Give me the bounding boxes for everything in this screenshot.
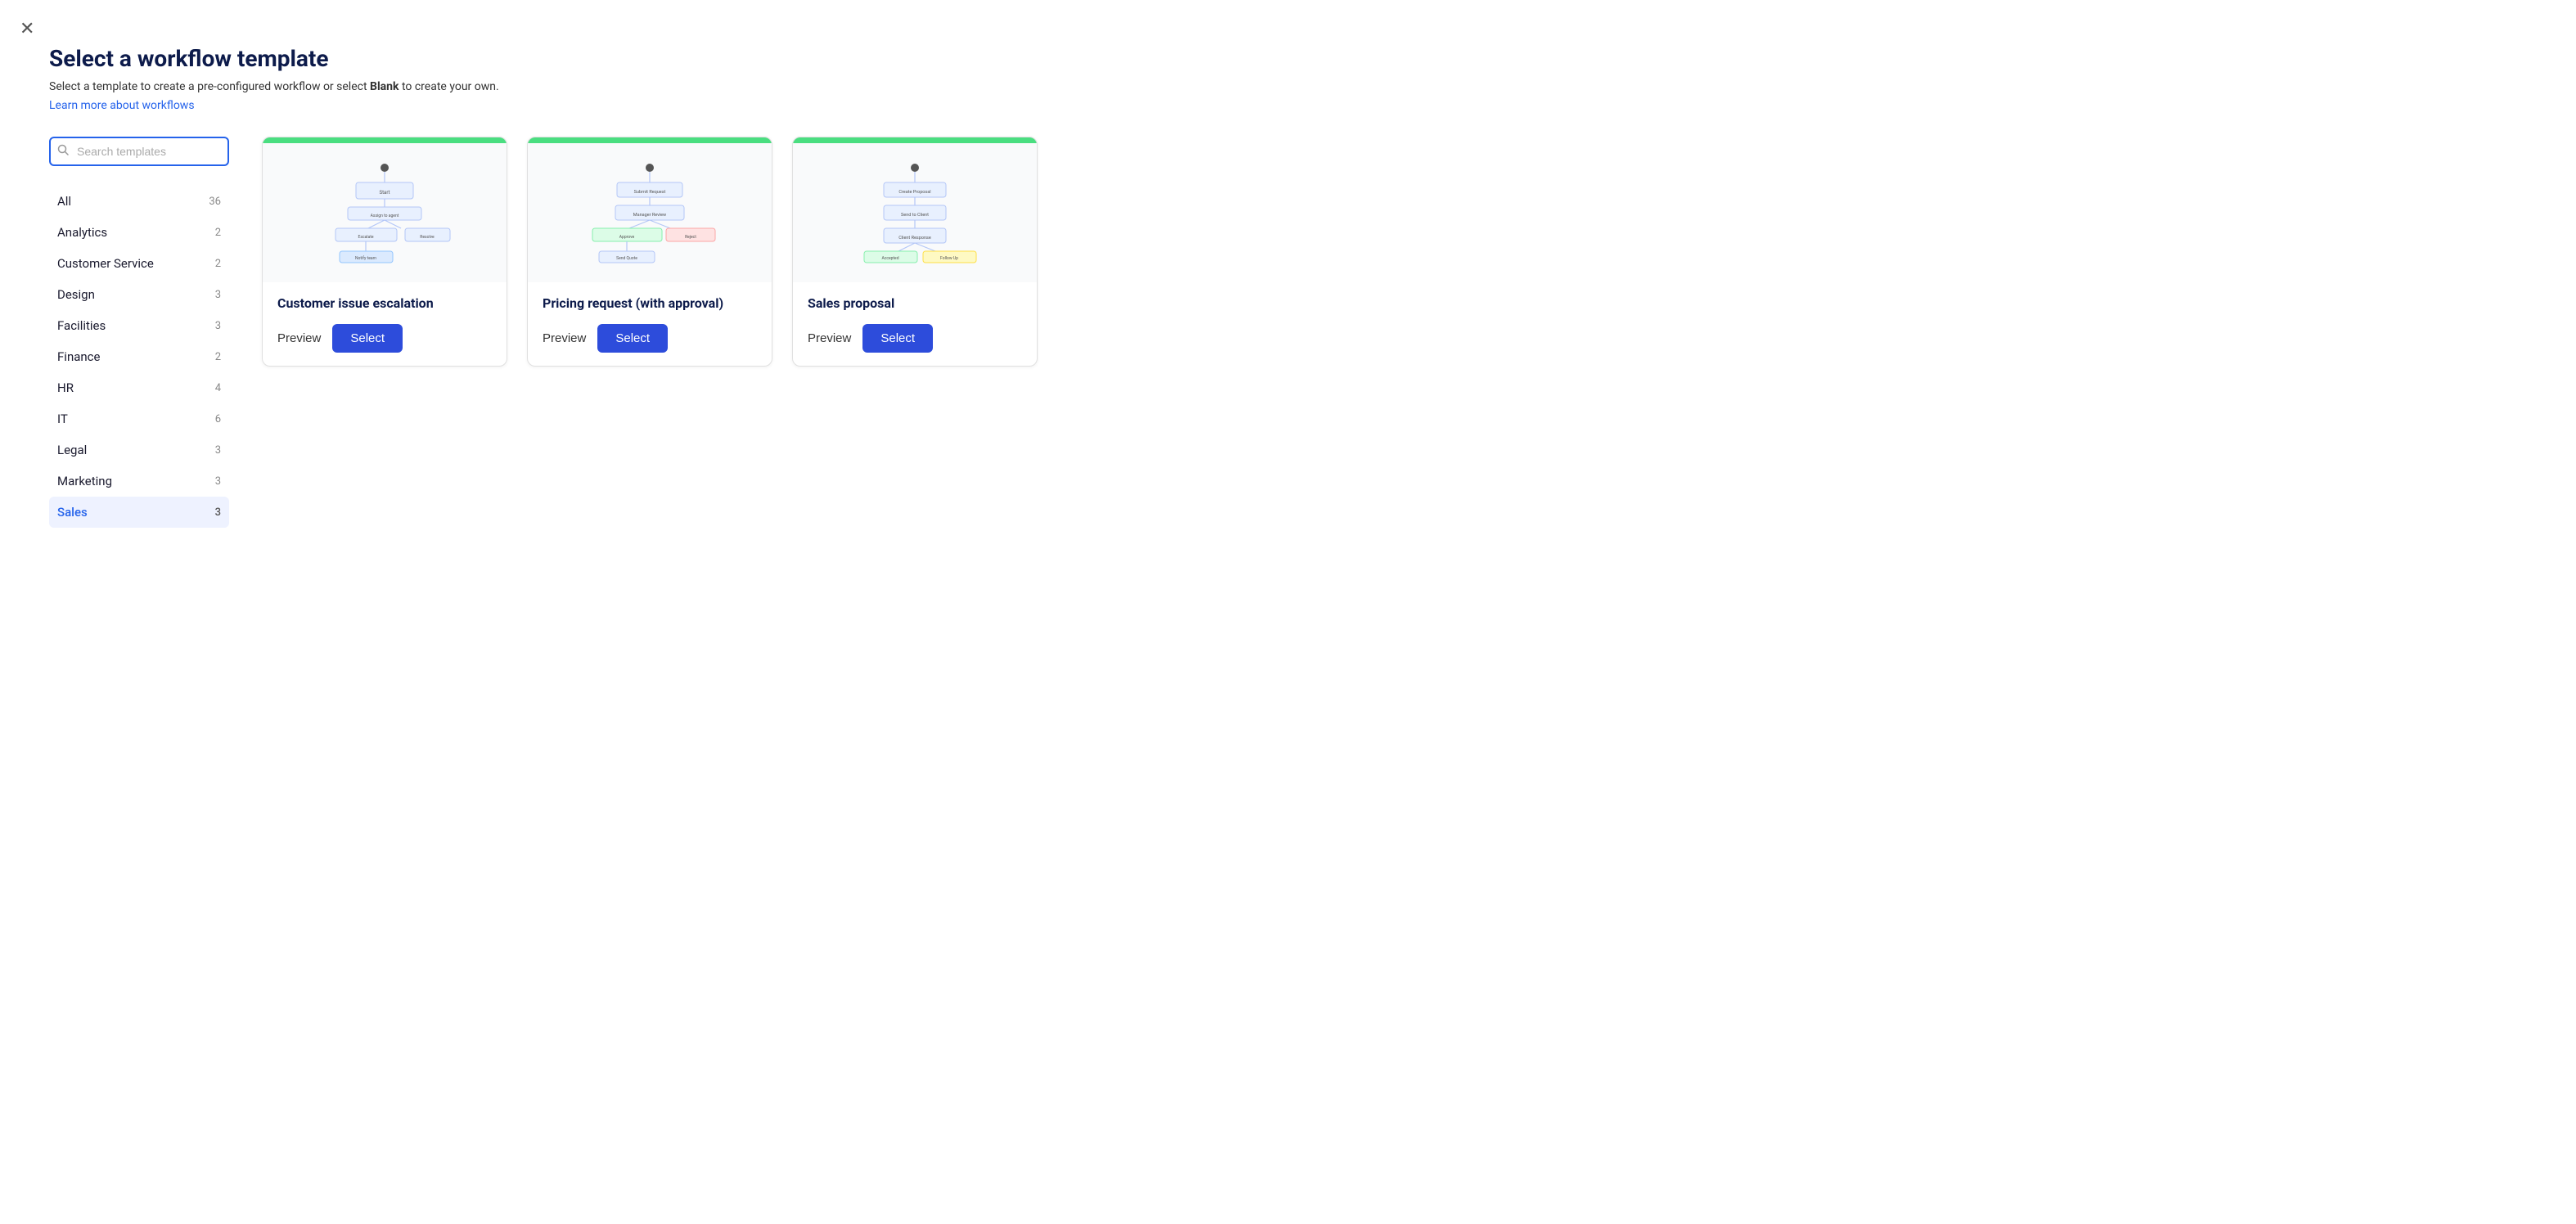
category-item-finance[interactable]: Finance 2 — [49, 341, 229, 372]
card-actions: Preview Select — [543, 324, 757, 353]
category-label: All — [57, 194, 71, 209]
svg-text:Accepted: Accepted — [881, 256, 898, 261]
card-actions: Preview Select — [808, 324, 1022, 353]
search-input[interactable] — [49, 137, 229, 166]
svg-text:Client Response: Client Response — [898, 236, 931, 241]
category-count: 3 — [201, 444, 221, 457]
category-count: 3 — [201, 506, 221, 519]
main-layout: All36Analytics2Customer Service2Design3F… — [49, 137, 1097, 528]
category-item-all[interactable]: All 36 — [49, 186, 229, 217]
svg-text:Follow Up: Follow Up — [940, 256, 958, 261]
preview-button[interactable]: Preview — [808, 331, 851, 345]
svg-text:Approve: Approve — [619, 235, 635, 240]
svg-text:Reject: Reject — [685, 235, 696, 240]
category-count: 2 — [201, 351, 221, 363]
category-list: All36Analytics2Customer Service2Design3F… — [49, 186, 229, 528]
svg-text:Assign to agent: Assign to agent — [371, 214, 399, 218]
card-preview-area: Submit Request Manager Review Approve Re… — [528, 143, 772, 282]
template-card-2: Create Proposal Send to Client Client Re… — [792, 137, 1038, 367]
category-item-design[interactable]: Design 3 — [49, 279, 229, 310]
card-preview-area: Create Proposal Send to Client Client Re… — [793, 143, 1037, 282]
subtitle-end: to create your own. — [399, 80, 498, 93]
category-label: Facilities — [57, 318, 106, 333]
category-count: 4 — [201, 382, 221, 394]
svg-text:Manager Review: Manager Review — [633, 213, 666, 218]
category-item-customer-service[interactable]: Customer Service 2 — [49, 248, 229, 279]
category-count: 3 — [201, 289, 221, 301]
category-label: Finance — [57, 349, 100, 364]
card-top-bar — [263, 137, 507, 143]
category-label: Sales — [57, 505, 88, 520]
category-item-facilities[interactable]: Facilities 3 — [49, 310, 229, 341]
svg-text:Submit Request: Submit Request — [634, 190, 666, 195]
card-top-bar — [528, 137, 772, 143]
category-count: 2 — [201, 227, 221, 239]
category-count: 2 — [201, 258, 221, 270]
close-button[interactable]: ✕ — [16, 16, 38, 41]
card-actions: Preview Select — [277, 324, 492, 353]
search-box — [49, 137, 229, 166]
select-button[interactable]: Select — [332, 324, 403, 353]
template-card-1: Submit Request Manager Review Approve Re… — [527, 137, 772, 367]
svg-text:Send Quote: Send Quote — [616, 256, 637, 261]
category-label: Design — [57, 287, 95, 302]
category-item-it[interactable]: IT 6 — [49, 403, 229, 434]
category-item-marketing[interactable]: Marketing 3 — [49, 466, 229, 497]
svg-text:Start: Start — [380, 190, 390, 196]
svg-text:Escalate: Escalate — [358, 235, 374, 240]
subtitle-text: Select a template to create a pre-config… — [49, 80, 370, 93]
category-label: HR — [57, 380, 74, 395]
card-body: Sales proposal Preview Select — [793, 282, 1037, 366]
card-title: Pricing request (with approval) — [543, 295, 757, 311]
card-preview-area: Start Assign to agent Escalate Resolve N… — [263, 143, 507, 282]
category-label: Marketing — [57, 474, 112, 488]
template-card-0: Start Assign to agent Escalate Resolve N… — [262, 137, 507, 367]
svg-text:Create Proposal: Create Proposal — [898, 190, 930, 195]
category-count: 3 — [201, 475, 221, 488]
svg-text:Resolve: Resolve — [420, 235, 435, 240]
subtitle-bold: Blank — [370, 80, 399, 93]
category-count: 36 — [201, 196, 221, 208]
category-item-hr[interactable]: HR 4 — [49, 372, 229, 403]
cards-area: Start Assign to agent Escalate Resolve N… — [262, 137, 1097, 528]
card-body: Customer issue escalation Preview Select — [263, 282, 507, 366]
card-title: Customer issue escalation — [277, 295, 492, 311]
preview-button[interactable]: Preview — [543, 331, 586, 345]
category-item-analytics[interactable]: Analytics 2 — [49, 217, 229, 248]
subtitle: Select a template to create a pre-config… — [49, 80, 1097, 93]
select-button[interactable]: Select — [862, 324, 933, 353]
sidebar: All36Analytics2Customer Service2Design3F… — [49, 137, 229, 528]
category-item-sales[interactable]: Sales 3 — [49, 497, 229, 528]
category-label: Customer Service — [57, 256, 154, 271]
category-label: Analytics — [57, 225, 107, 240]
svg-text:Notify team: Notify team — [355, 255, 377, 261]
category-label: Legal — [57, 443, 87, 457]
card-title: Sales proposal — [808, 295, 1022, 311]
card-top-bar — [793, 137, 1037, 143]
page-title: Select a workflow template — [49, 45, 1097, 72]
category-label: IT — [57, 412, 68, 426]
select-button[interactable]: Select — [597, 324, 668, 353]
page-container: Select a workflow template Select a temp… — [0, 0, 1146, 560]
learn-more-link[interactable]: Learn more about workflows — [49, 99, 195, 112]
svg-text:Send to Client: Send to Client — [901, 213, 929, 218]
category-count: 6 — [201, 413, 221, 425]
card-body: Pricing request (with approval) Preview … — [528, 282, 772, 366]
category-item-legal[interactable]: Legal 3 — [49, 434, 229, 466]
category-count: 3 — [201, 320, 221, 332]
preview-button[interactable]: Preview — [277, 331, 321, 345]
